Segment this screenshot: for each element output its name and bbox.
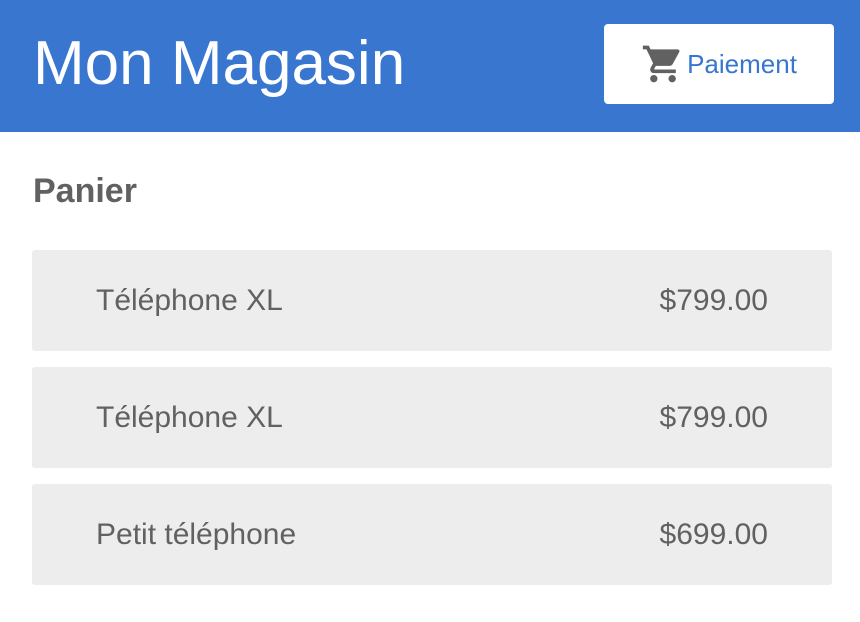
- item-name: Téléphone XL: [96, 401, 283, 434]
- checkout-label: Paiement: [687, 48, 797, 79]
- item-name: Petit téléphone: [96, 518, 297, 551]
- cart-list: Téléphone XL $799.00 Téléphone XL $799.0…: [32, 250, 832, 601]
- top-bar: Mon Magasin Paiement: [0, 0, 860, 132]
- cart-title: Panier: [33, 172, 137, 210]
- item-name: Téléphone XL: [96, 284, 283, 317]
- item-price: $799.00: [659, 401, 768, 434]
- checkout-button[interactable]: Paiement: [604, 24, 834, 104]
- shopping-cart-icon: [641, 42, 685, 86]
- item-price: $699.00: [659, 518, 768, 551]
- item-price: $799.00: [659, 284, 768, 317]
- cart-item: Téléphone XL $799.00: [32, 367, 832, 468]
- cart-item: Téléphone XL $799.00: [32, 250, 832, 351]
- app-title: Mon Magasin: [33, 29, 406, 98]
- cart-item: Petit téléphone $699.00: [32, 484, 832, 585]
